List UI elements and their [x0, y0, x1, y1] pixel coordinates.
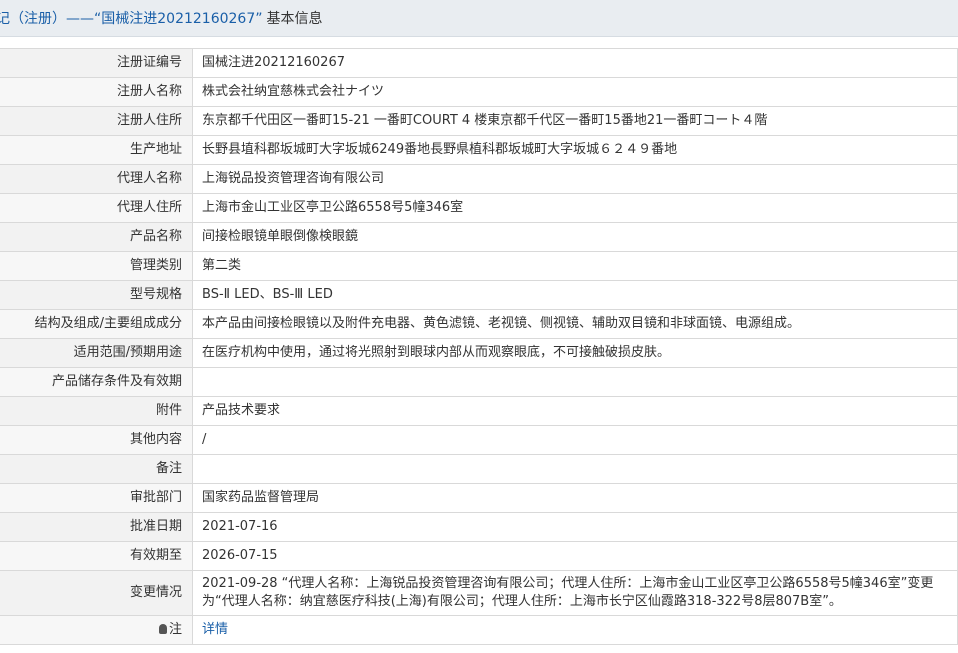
field-label: 变更情况	[0, 570, 193, 616]
note-value: 详情	[192, 615, 958, 645]
field-value: 国家药品监督管理局	[192, 483, 958, 513]
field-label: 生产地址	[0, 135, 193, 165]
field-value: 株式会社纳宜慈株式会社ナイツ	[192, 77, 958, 107]
field-label: 有效期至	[0, 541, 193, 571]
field-value: 2021-09-28 “代理人名称：上海锐品投资管理咨询有限公司；代理人住所：上…	[192, 570, 958, 616]
table-row: 产品名称 间接检眼镜单眼倒像検眼鏡	[0, 222, 958, 252]
field-value: 间接检眼镜单眼倒像検眼鏡	[192, 222, 958, 252]
table-row: 代理人名称 上海锐品投资管理咨询有限公司	[0, 164, 958, 194]
table-row: 适用范围/预期用途 在医疗机构中使用，通过将光照射到眼球内部从而观察眼底，不可接触…	[0, 338, 958, 368]
table-row: 代理人住所 上海市金山工业区亭卫公路6558号5幢346室	[0, 193, 958, 223]
field-label: 型号规格	[0, 280, 193, 310]
field-label: 批准日期	[0, 512, 193, 542]
field-label: 审批部门	[0, 483, 193, 513]
bulb-icon	[158, 624, 167, 634]
table-row: 生产地址 长野县埴科郡坂城町大字坂城6249番地長野県植科郡坂城町大字坂城６２４９…	[0, 135, 958, 165]
field-value: 第二类	[192, 251, 958, 281]
table-row: 审批部门 国家药品监督管理局	[0, 483, 958, 513]
details-link[interactable]: 详情	[202, 622, 228, 637]
field-value: 2021-07-16	[192, 512, 958, 542]
page-title: 基本信息	[266, 11, 323, 27]
table-row: 附件 产品技术要求	[0, 396, 958, 426]
field-value	[192, 367, 958, 397]
field-value	[192, 454, 958, 484]
table-row: 结构及组成/主要组成成分 本产品由间接检眼镜以及附件充电器、黄色滤镜、老视镜、侧视…	[0, 309, 958, 339]
field-label: 产品名称	[0, 222, 193, 252]
registration-info-table: 注册证编号 国械注进20212160267 注册人名称 株式会社纳宜慈株式会社ナイツ注…	[0, 48, 958, 645]
table-row: 注册人名称 株式会社纳宜慈株式会社ナイツ	[0, 77, 958, 107]
table-row: 批准日期 2021-07-16	[0, 512, 958, 542]
field-label: 结构及组成/主要组成成分	[0, 309, 193, 339]
table-row: 型号规格 BS-Ⅱ LED、BS-Ⅲ LED	[0, 280, 958, 310]
table-row: 管理类别 第二类	[0, 251, 958, 281]
field-label: 适用范围/预期用途	[0, 338, 193, 368]
field-value: 2026-07-15	[192, 541, 958, 571]
note-row: 注 详情	[0, 615, 958, 645]
field-label: 代理人名称	[0, 164, 193, 194]
field-label: 注册证编号	[0, 48, 193, 78]
field-value: 上海市金山工业区亭卫公路6558号5幢346室	[192, 193, 958, 223]
table-row: 注册证编号 国械注进20212160267	[0, 48, 958, 78]
field-label: 产品储存条件及有效期	[0, 367, 193, 397]
field-value: 上海锐品投资管理咨询有限公司	[192, 164, 958, 194]
field-value: BS-Ⅱ LED、BS-Ⅲ LED	[192, 280, 958, 310]
field-label: 注册人名称	[0, 77, 193, 107]
page-title-bar: 记（注册）——“国械注进20212160267” 基本信息	[0, 0, 958, 37]
table-row: 有效期至 2026-07-15	[0, 541, 958, 571]
field-value: 国械注进20212160267	[192, 48, 958, 78]
table-row: 产品储存条件及有效期	[0, 367, 958, 397]
breadcrumb: 记（注册）——“国械注进20212160267”	[0, 11, 263, 27]
note-label: 注	[0, 615, 193, 645]
field-value: 本产品由间接检眼镜以及附件充电器、黄色滤镜、老视镜、侧视镜、辅助双目镜和非球面镜…	[192, 309, 958, 339]
field-value: /	[192, 425, 958, 455]
note-label-text: 注	[168, 622, 182, 637]
table-row: 注册人住所 东京都千代田区一番町15-21 一番町COURT 4 楼東京都千代区一…	[0, 106, 958, 136]
field-label: 管理类别	[0, 251, 193, 281]
field-value: 长野县埴科郡坂城町大字坂城6249番地長野県植科郡坂城町大字坂城６２４９番地	[192, 135, 958, 165]
field-value: 东京都千代田区一番町15-21 一番町COURT 4 楼東京都千代区一番町15番…	[192, 106, 958, 136]
field-value: 产品技术要求	[192, 396, 958, 426]
field-label: 代理人住所	[0, 193, 193, 223]
field-label: 注册人住所	[0, 106, 193, 136]
field-label: 附件	[0, 396, 193, 426]
field-label: 其他内容	[0, 425, 193, 455]
table-row: 备注	[0, 454, 958, 484]
field-value: 在医疗机构中使用，通过将光照射到眼球内部从而观察眼底，不可接触破损皮肤。	[192, 338, 958, 368]
field-label: 备注	[0, 454, 193, 484]
table-row: 其他内容 /	[0, 425, 958, 455]
table-row: 变更情况 2021-09-28 “代理人名称：上海锐品投资管理咨询有限公司；代理人…	[0, 570, 958, 616]
